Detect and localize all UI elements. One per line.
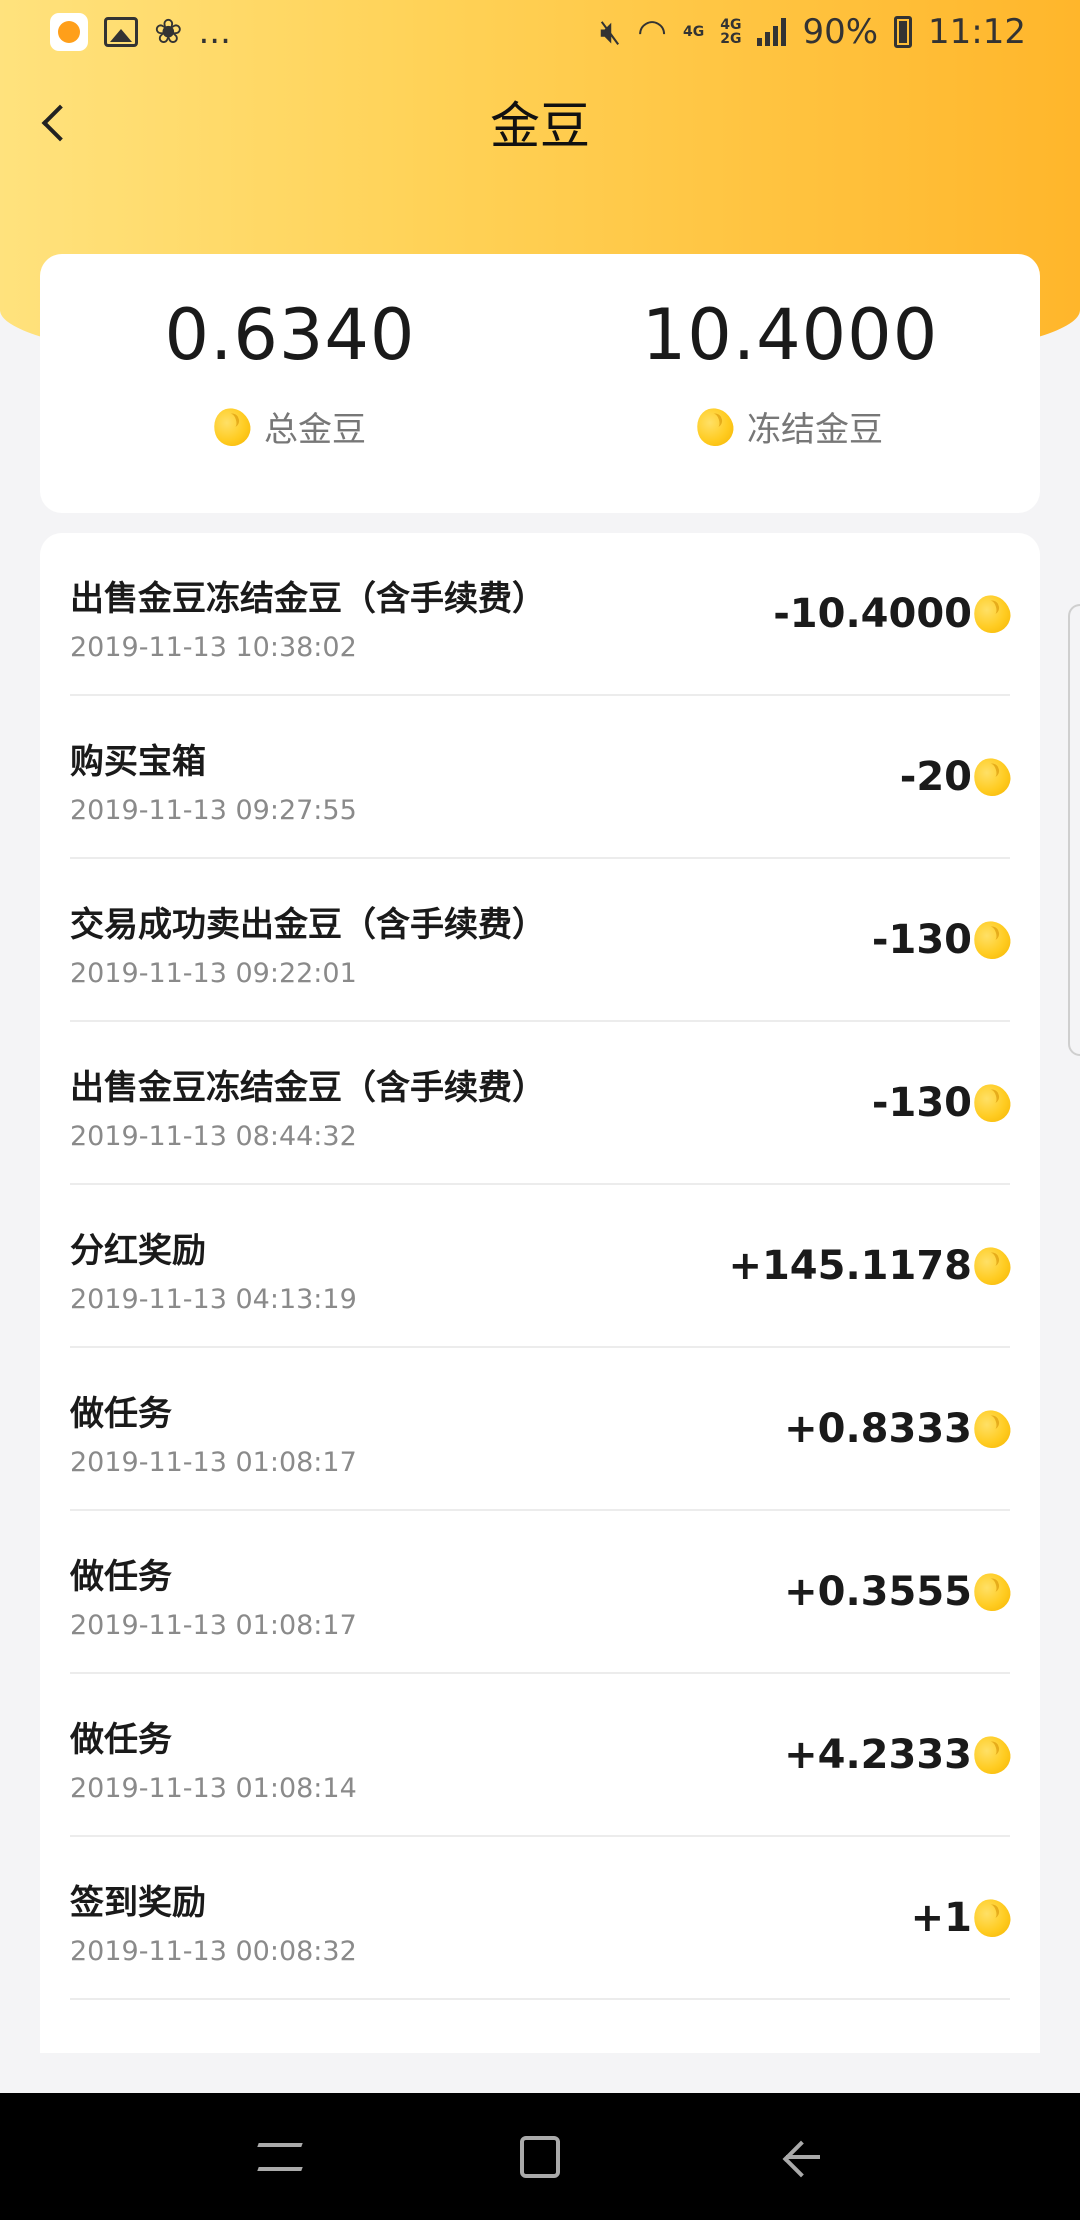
network-type-2g: 2G [720, 31, 742, 47]
total-beans-label: 总金豆 [264, 410, 366, 450]
transaction-amount: +4.2333 [784, 1731, 972, 1778]
clock: 11:12 [928, 12, 1026, 52]
total-beans-value: 0.6340 [164, 294, 416, 376]
transaction-date: 2019-11-13 01:08:17 [70, 1446, 357, 1478]
wifi-icon: ◠ [637, 12, 667, 52]
network-type-4g: 4G [682, 24, 705, 40]
transaction-amount: +0.3555 [784, 1568, 972, 1615]
gold-bean-icon [969, 1078, 1015, 1127]
transaction-amount: -130 [871, 1079, 972, 1126]
transaction-title: 做任务 [70, 1719, 172, 1760]
transaction-amount: -10.4000 [773, 590, 972, 637]
network-type-4g-secondary: 4G [720, 17, 742, 33]
transaction-row[interactable]: 签到奖励 2019-11-13 00:08:32 +1 [70, 1837, 1015, 2000]
total-beans: 0.6340 总金豆 [40, 254, 540, 513]
transaction-row[interactable]: 做任务 2019-11-13 01:08:17 +0.8333 [70, 1348, 1015, 1511]
gold-bean-icon [969, 1893, 1015, 1942]
transaction-title: 出售金豆冻结金豆（含手续费） [70, 578, 546, 619]
signal-icon [757, 18, 787, 46]
gold-bean-icon [969, 1404, 1015, 1453]
status-left: ❀ ... [50, 12, 231, 52]
system-navigation-bar [0, 2093, 1080, 2220]
transaction-amount: -130 [871, 916, 972, 963]
transaction-date: 2019-11-13 00:08:32 [70, 1935, 357, 1967]
summary-card: 0.6340 总金豆 10.4000 冻结金豆 [40, 254, 1040, 513]
mute-icon: 🔇︎ [599, 12, 622, 52]
gold-bean-icon [969, 1730, 1015, 1779]
transaction-title: 交易成功卖出金豆（含手续费） [70, 904, 546, 945]
frozen-beans: 10.4000 冻结金豆 [540, 254, 1040, 513]
total-beans-label-row: 总金豆 [209, 402, 366, 451]
app-notification-icon [50, 13, 88, 51]
gold-bean-icon [969, 752, 1015, 801]
home-button[interactable] [510, 2127, 570, 2187]
gold-bean-icon [969, 589, 1015, 638]
transaction-row[interactable]: 做任务 2019-11-13 01:08:14 +4.2333 [70, 1674, 1015, 1837]
scroll-edge-handle[interactable] [1068, 604, 1080, 1056]
browser-notification-icon: ❀ [154, 12, 183, 52]
transaction-amount: -20 [899, 753, 972, 800]
system-back-button[interactable] [770, 2127, 830, 2187]
more-notifications: ... [198, 12, 231, 52]
transaction-date: 2019-11-13 09:22:01 [70, 957, 357, 989]
transaction-title: 签到奖励 [70, 1882, 206, 1923]
transaction-amount: +1 [910, 1894, 972, 1941]
transaction-date: 2019-11-13 09:27:55 [70, 794, 357, 826]
gold-bean-icon [969, 1567, 1015, 1616]
transaction-row[interactable]: 做任务 2019-11-13 01:08:17 +0.3555 [70, 1511, 1015, 1674]
gold-bean-icon [969, 915, 1015, 964]
frozen-beans-label: 冻结金豆 [747, 410, 883, 450]
transaction-title: 做任务 [70, 1556, 172, 1597]
recent-apps-icon [258, 2137, 302, 2177]
gallery-notification-icon [104, 17, 138, 47]
chevron-left-icon [41, 104, 79, 142]
back-arrow-icon [780, 2137, 820, 2177]
gold-bean-icon [969, 1241, 1015, 1290]
battery-icon [894, 16, 913, 48]
status-bar: ❀ ... 🔇︎ ◠ 4G 4G 2G 90% 11:12 [0, 0, 1080, 64]
transaction-row[interactable]: 交易成功卖出金豆（含手续费） 2019-11-13 09:22:01 -130 [70, 859, 1015, 1022]
transaction-row[interactable]: 分红奖励 2019-11-13 04:13:19 +145.1178 [70, 1185, 1015, 1348]
gold-bean-icon [209, 402, 255, 451]
transaction-title: 购买宝箱 [70, 741, 206, 782]
status-right: 🔇︎ ◠ 4G 4G 2G 90% 11:12 [600, 12, 1026, 52]
page-title: 金豆 [490, 97, 590, 155]
gold-bean-icon [692, 402, 738, 451]
transaction-title: 做任务 [70, 1393, 172, 1434]
transaction-date: 2019-11-13 08:44:32 [70, 1120, 357, 1152]
frozen-beans-value: 10.4000 [641, 294, 939, 376]
transaction-amount: +145.1178 [728, 1242, 972, 1289]
transaction-amount: +0.8333 [784, 1405, 972, 1452]
recent-apps-button[interactable] [250, 2127, 310, 2187]
transaction-date: 2019-11-13 01:08:17 [70, 1609, 357, 1641]
frozen-beans-label-row: 冻结金豆 [692, 402, 883, 451]
transaction-list[interactable]: 出售金豆冻结金豆（含手续费） 2019-11-13 10:38:02 -10.40… [40, 533, 1040, 2053]
transaction-row[interactable]: 出售金豆冻结金豆（含手续费） 2019-11-13 10:38:02 -10.40… [70, 533, 1015, 696]
dual-network-type: 4G 2G [720, 18, 741, 46]
transaction-title: 出售金豆冻结金豆（含手续费） [70, 1067, 546, 1108]
transaction-title: 分红奖励 [70, 1230, 206, 1271]
transaction-row[interactable]: 出售金豆冻结金豆（含手续费） 2019-11-13 08:44:32 -130 [70, 1022, 1015, 1185]
back-button[interactable] [30, 98, 80, 148]
transaction-row[interactable]: 购买宝箱 2019-11-13 09:27:55 -20 [70, 696, 1015, 859]
battery-percent: 90% [802, 12, 879, 52]
transaction-date: 2019-11-13 01:08:14 [70, 1772, 357, 1804]
transaction-date: 2019-11-13 04:13:19 [70, 1283, 357, 1315]
nav-bar: 金豆 [0, 72, 1080, 172]
home-icon [520, 2135, 560, 2178]
transaction-date: 2019-11-13 10:38:02 [70, 631, 357, 663]
